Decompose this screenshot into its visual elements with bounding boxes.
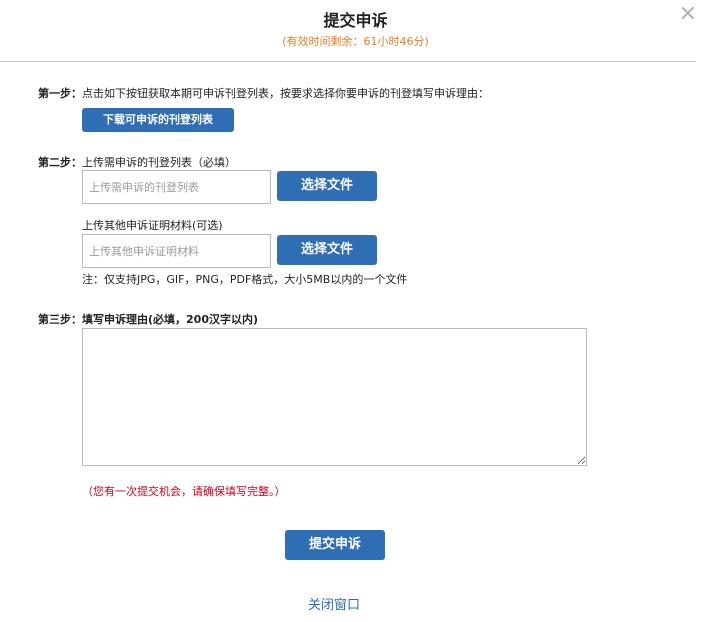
choose-file-button-1[interactable]: 选择文件 [277,171,377,201]
download-list-button[interactable]: 下载可申诉的刊登列表 [82,108,234,132]
step1-label: 第一步： [38,87,82,100]
choose-file-button-2[interactable]: 选择文件 [277,235,377,265]
reason-label: 填写申诉理由(必填，200汉字以内) [82,313,259,326]
time-remaining: (有效时间剩余：61小时46分) [282,35,429,48]
step1-instruction: 点击如下按钮获取本期可申诉刊登列表，按要求选择你要申诉的刊登填写申诉理由： [82,87,489,100]
upload-evidence-label: 上传其他申诉证明材料(可选) [82,219,223,232]
header-divider [0,61,696,62]
dialog-title: 提交申诉 [323,11,388,30]
close-icon[interactable]: ✕ [679,4,697,26]
submission-warning: （您有一次提交机会，请确保填写完整。） [82,485,286,498]
step3-label: 第三步： [38,313,82,326]
upload-list-label: 上传需申诉的刊登列表（必填） [82,156,236,169]
file-format-note: 注：仅支持JPG，GIF，PNG，PDF格式，大小5MB以内的一个文件 [82,273,408,286]
upload-evidence-input[interactable] [82,234,271,268]
appeal-reason-textarea[interactable] [82,328,587,466]
step2-label: 第二步： [38,156,82,169]
submit-appeal-button[interactable]: 提交申诉 [285,530,385,560]
close-window-link[interactable]: 关闭窗口 [308,594,360,613]
upload-list-input[interactable] [82,170,271,204]
